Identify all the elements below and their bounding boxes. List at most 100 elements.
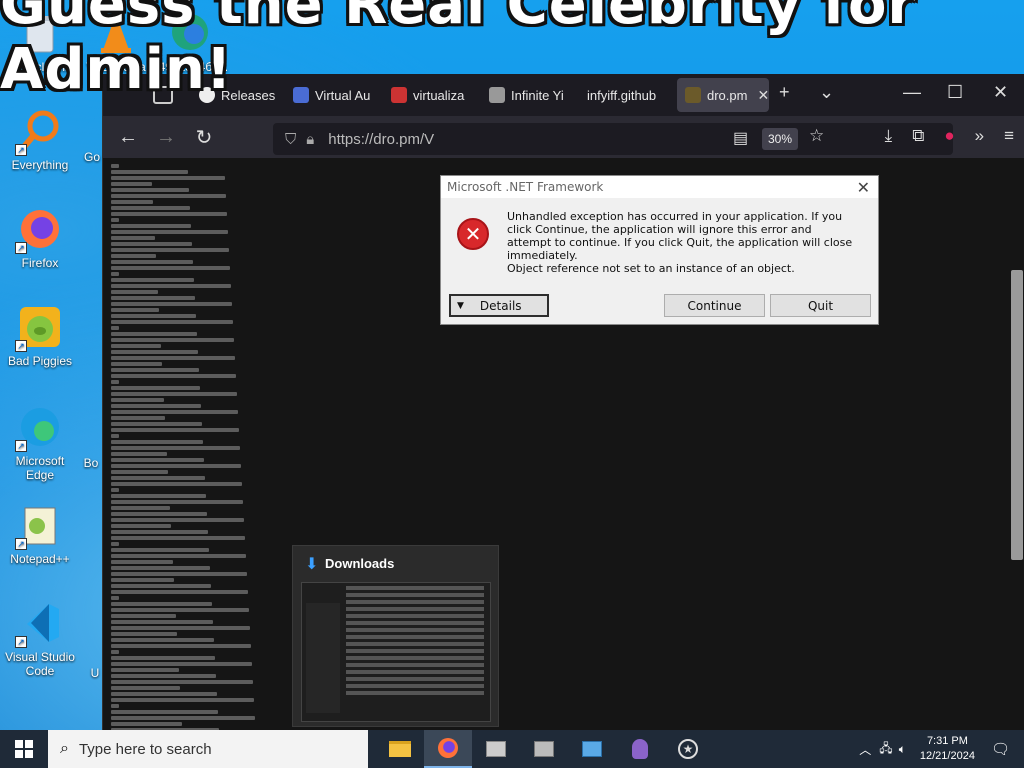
taskbar-search[interactable]: ⌕ Type here to search [48, 730, 368, 768]
code-line [111, 620, 213, 624]
edge-icon: ↗ [15, 404, 63, 452]
code-line [111, 254, 156, 258]
reload-icon[interactable]: ↻ [189, 125, 219, 150]
code-line [111, 272, 119, 276]
zoom-level[interactable]: 30% [761, 128, 798, 150]
extensions-icon[interactable]: ⧉ [912, 126, 924, 146]
code-line [111, 452, 167, 456]
desktop-icon-label: Bad Piggies [7, 354, 73, 368]
code-line [111, 404, 201, 408]
desktop-icon-edge[interactable]: ↗ Microsoft Edge [0, 404, 80, 482]
code-text [111, 162, 271, 730]
code-line [111, 566, 210, 570]
code-line [111, 680, 253, 684]
code-line [111, 536, 245, 540]
desktop-icon-notepad-plus[interactable]: ↗ Notepad++ [0, 502, 80, 566]
code-line [111, 476, 205, 480]
clock[interactable]: 7:31 PM 12/21/2024 [920, 734, 975, 764]
url-bar[interactable]: ⛉ 🔒︎ https://dro.pm/V [273, 123, 953, 155]
code-line [111, 284, 231, 288]
app-icon[interactable] [568, 730, 616, 768]
network-icon[interactable]: 🖧 [879, 739, 892, 760]
continue-button[interactable]: Continue [664, 294, 765, 317]
code-line [111, 320, 233, 324]
code-line [111, 656, 215, 660]
desktop-icon-everything[interactable]: ↗ Everything [0, 108, 80, 172]
windows-logo-icon [15, 740, 33, 758]
code-line [111, 164, 119, 168]
code-line [111, 386, 200, 390]
code-line [111, 590, 248, 594]
download-icon[interactable]: ⤓ [885, 126, 893, 146]
code-line [111, 296, 195, 300]
app-icon[interactable] [520, 730, 568, 768]
desktop-icon-partial[interactable]: U [88, 666, 102, 680]
thumb-row [346, 642, 484, 646]
thumb-row [346, 684, 484, 688]
app-icon[interactable] [616, 730, 664, 768]
chevron-up-icon[interactable]: ︿ [859, 741, 871, 758]
reader-view-icon[interactable]: ▤ [733, 128, 748, 148]
system-tray: ︿ 🖧 🔈︎ 7:31 PM 12/21/2024 🗨︎ [859, 730, 1024, 768]
close-icon[interactable]: ✕ [857, 178, 870, 197]
notepad-plus-icon: ↗ [15, 502, 63, 550]
code-line [111, 368, 199, 372]
code-line [111, 374, 236, 378]
desktop-icon-firefox[interactable]: ↗ Firefox [0, 206, 80, 270]
clock-time: 7:31 PM [926, 735, 968, 747]
error-dialog: Microsoft .NET Framework ✕ ✕ Unhandled e… [440, 175, 879, 325]
code-line [111, 494, 206, 498]
desktop-icon-label: Microsoft Edge [15, 454, 65, 482]
start-button[interactable] [0, 730, 48, 768]
code-line [111, 194, 226, 198]
code-line [111, 506, 170, 510]
desktop-icon-partial[interactable]: Bo [80, 456, 102, 470]
code-line [111, 218, 119, 222]
code-line [111, 644, 251, 648]
desktop-icon-vscode[interactable]: ↗ Visual Studio Code [0, 600, 80, 678]
code-line [111, 704, 119, 708]
code-line [111, 248, 229, 252]
bad-piggies-icon: ↗ [15, 304, 63, 352]
file-explorer-icon[interactable] [376, 730, 424, 768]
downloads-preview[interactable]: ⬇ Downloads [292, 545, 499, 727]
desktop-icon-bad-piggies[interactable]: ↗ Bad Piggies [0, 304, 80, 368]
code-line [111, 182, 152, 186]
code-line [111, 548, 209, 552]
firefox-taskbar-icon[interactable] [424, 730, 472, 768]
desktop-icon-label: U [90, 666, 100, 680]
code-line [111, 230, 228, 234]
app-icon[interactable] [472, 730, 520, 768]
details-button[interactable]: ▼ Details [449, 294, 549, 317]
code-line [111, 488, 119, 492]
back-icon[interactable]: ← [113, 126, 143, 149]
search-placeholder: Type here to search [78, 740, 212, 758]
search-icon: ⌕ [60, 740, 69, 757]
code-line [111, 560, 173, 564]
volume-icon[interactable]: 🔈︎ [899, 742, 906, 757]
code-line [111, 410, 238, 414]
code-line [111, 236, 155, 240]
menu-icon[interactable]: ≡ [1004, 126, 1014, 146]
code-line [111, 176, 225, 180]
code-line [111, 518, 244, 522]
desktop-icon-partial[interactable]: Go [82, 150, 102, 164]
code-line [111, 308, 159, 312]
bookmark-star-icon[interactable]: ☆ [809, 126, 824, 146]
thumb-row [346, 586, 484, 590]
forward-icon[interactable]: → [151, 126, 181, 149]
overflow-icon[interactable]: » [975, 126, 984, 146]
downloads-thumbnail [301, 582, 491, 722]
notification-icon[interactable]: 🗨︎ [991, 740, 1010, 758]
code-line [111, 350, 198, 354]
ublock-icon[interactable]: ● [944, 126, 954, 146]
code-line [111, 722, 182, 726]
app-icon[interactable]: ★ [664, 730, 712, 768]
code-line [111, 422, 202, 426]
code-line [111, 206, 190, 210]
quit-button[interactable]: Quit [770, 294, 871, 317]
code-line [111, 662, 252, 666]
desktop-icon-label: Bo [83, 456, 99, 470]
scrollbar[interactable] [1011, 270, 1023, 560]
code-line [111, 428, 239, 432]
